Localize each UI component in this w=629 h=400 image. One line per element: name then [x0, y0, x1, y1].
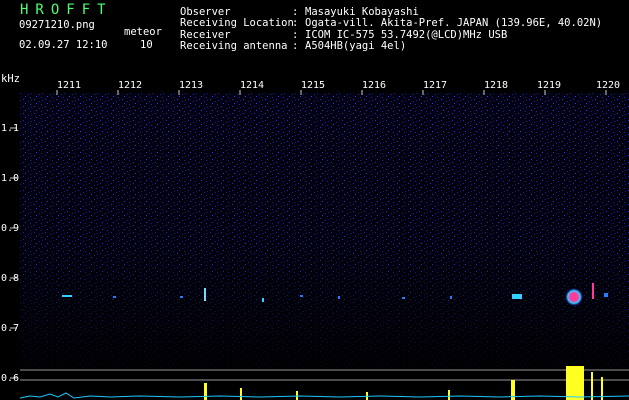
- noise-fade: [20, 93, 629, 368]
- spectrogram-plot: [10, 90, 629, 400]
- freq-tick-label: 0.6: [1, 373, 20, 384]
- time-tick-label: 1215: [301, 80, 326, 91]
- freq-tick-label: 1.1: [1, 123, 20, 134]
- reference-lines: [20, 369, 629, 381]
- time-tick-label: 1214: [240, 80, 265, 91]
- time-tick-label: 1219: [537, 80, 562, 91]
- left-level-marks: [10, 127, 17, 379]
- freq-tick-label: 1.0: [1, 173, 20, 184]
- freq-tick-label: 0.7: [1, 323, 20, 334]
- time-tick-label: 1218: [484, 80, 509, 91]
- signal-level-bars: [204, 366, 603, 400]
- time-tick-label: 1216: [362, 80, 387, 91]
- time-tick-label: 1211: [57, 80, 82, 91]
- time-tick-label: 1212: [118, 80, 143, 91]
- time-tick-label: 1213: [179, 80, 204, 91]
- time-tick-label: 1217: [423, 80, 448, 91]
- strong-meteor-echo: [565, 288, 583, 306]
- axis-unit-label: kHz: [1, 73, 20, 85]
- freq-tick-label: 0.8: [1, 273, 20, 284]
- noise-floor: [19, 392, 629, 399]
- freq-tick-label: 0.9: [1, 223, 20, 234]
- time-tick-label: 1220: [596, 80, 621, 91]
